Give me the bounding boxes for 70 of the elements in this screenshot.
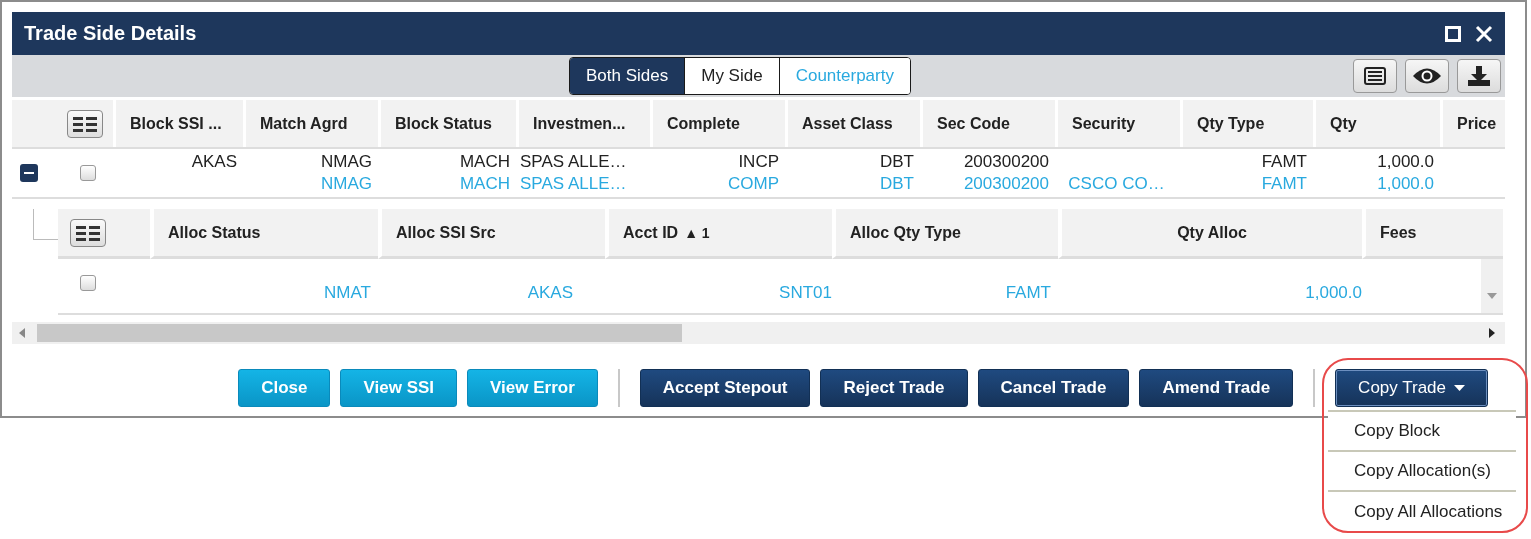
- column-header[interactable]: Alloc Qty Type: [832, 209, 1058, 259]
- side-tab[interactable]: Both Sides: [570, 58, 685, 94]
- row-checkbox[interactable]: [80, 165, 96, 181]
- eye-icon: [1412, 67, 1442, 85]
- table-cell: FAMT: [1005, 283, 1051, 303]
- column-chooser-icon: [72, 114, 98, 133]
- column-header[interactable]: Sec Code: [920, 100, 1055, 147]
- close-icon[interactable]: [1475, 24, 1493, 43]
- column-header[interactable]: Qty Alloc: [1058, 209, 1362, 259]
- column-chooser-button[interactable]: [67, 109, 103, 138]
- menu-item[interactable]: Copy Allocation(s): [1328, 452, 1516, 492]
- scrollbar-thumb[interactable]: [37, 324, 682, 342]
- row-checkbox[interactable]: [80, 275, 96, 291]
- table-cell: 200300200: [963, 173, 1049, 195]
- action-button[interactable]: Reject Trade: [820, 369, 968, 407]
- column-header[interactable]: Block Status: [378, 100, 516, 147]
- column-chooser-button[interactable]: [70, 218, 106, 247]
- caret-icon: [1454, 385, 1465, 391]
- scroll-right-icon[interactable]: [1489, 328, 1495, 338]
- copy-trade-button[interactable]: Copy Trade: [1335, 369, 1488, 407]
- table-cell: INCP: [738, 151, 779, 173]
- collapse-toggle[interactable]: [20, 164, 38, 182]
- table-cell: 1,000.0: [1377, 151, 1434, 173]
- column-header[interactable]: Match Agrd: [243, 100, 378, 147]
- column-header[interactable]: Security: [1055, 100, 1180, 147]
- action-button[interactable]: Accept Stepout: [639, 369, 811, 407]
- sort-indicator: ▲ 1: [684, 224, 710, 241]
- window-title: Trade Side Details: [24, 22, 198, 45]
- table-cell: NMAG: [321, 151, 372, 173]
- column-header[interactable]: Complete: [650, 100, 785, 147]
- column-header[interactable]: Asset Class: [785, 100, 920, 147]
- table-cell: COMP: [728, 173, 779, 195]
- table-cell: NMAT: [324, 283, 371, 303]
- column-header[interactable]: Alloc Status: [150, 209, 378, 259]
- table-cell: DBT: [880, 173, 914, 195]
- download-icon: [1467, 65, 1491, 87]
- column-header[interactable]: Block SSI ...: [113, 100, 243, 147]
- table-cell: SPAS ALLE…: [520, 173, 627, 195]
- table-cell: 200300200: [963, 151, 1049, 173]
- action-button[interactable]: Cancel Trade: [977, 369, 1130, 407]
- table-cell: SNT01: [779, 283, 832, 303]
- scroll-left-icon[interactable]: [19, 328, 25, 338]
- table-cell: NMAG: [321, 173, 372, 195]
- list-view-button[interactable]: [1353, 59, 1397, 93]
- table-cell: FAMT: [1261, 173, 1307, 195]
- view-button[interactable]: [1405, 59, 1449, 93]
- table-cell: 1,000.0: [1377, 173, 1434, 195]
- action-button[interactable]: Amend Trade: [1139, 369, 1294, 407]
- table-cell: FAMT: [1261, 151, 1307, 173]
- column-header[interactable]: Fees: [1362, 209, 1503, 259]
- table-cell: MACH: [459, 151, 510, 173]
- column-header[interactable]: Alloc SSI Src: [378, 209, 605, 259]
- table-cell: AKAS: [527, 283, 573, 303]
- column-header[interactable]: Qty Type: [1180, 100, 1313, 147]
- table-cell: AKAS: [191, 151, 237, 173]
- table-cell: SPAS ALLE…: [520, 151, 627, 173]
- table-cell: MACH: [459, 173, 510, 195]
- column-chooser-icon: [75, 223, 101, 242]
- menu-item[interactable]: Copy All Allocations: [1328, 492, 1516, 532]
- maximize-icon[interactable]: [1445, 25, 1461, 42]
- column-header[interactable]: Price: [1440, 100, 1505, 147]
- column-header[interactable]: Qty: [1313, 100, 1440, 147]
- table-cell: 1,000.0: [1305, 283, 1362, 303]
- menu-item[interactable]: Copy Block: [1328, 412, 1516, 452]
- column-header[interactable]: Acct ID ▲ 1: [605, 209, 832, 259]
- download-button[interactable]: [1457, 59, 1501, 93]
- table-cell: CSCO CO…: [1068, 173, 1165, 195]
- table-cell: DBT: [880, 151, 914, 173]
- list-icon: [1364, 67, 1386, 85]
- column-header[interactable]: Investmen...: [516, 100, 650, 147]
